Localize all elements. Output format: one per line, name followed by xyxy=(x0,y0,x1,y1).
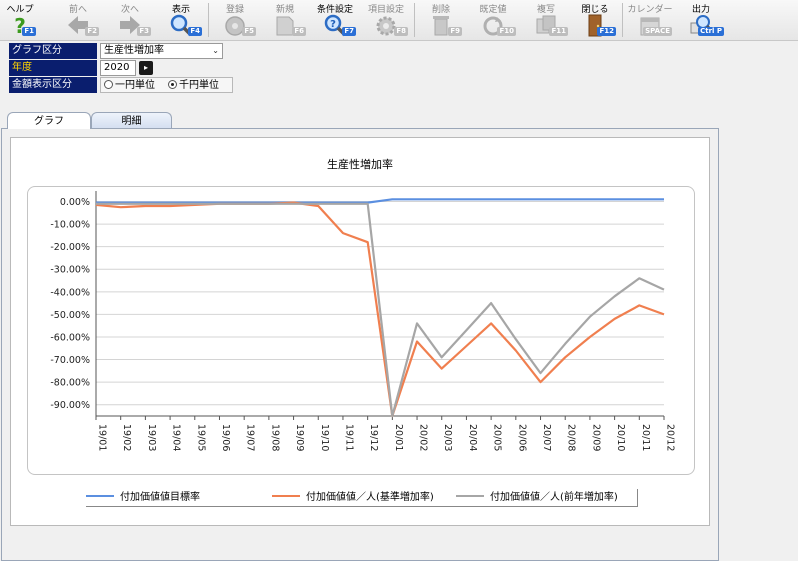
radio-thousand-label: 千円単位 xyxy=(179,80,219,91)
chart-title: 生産性増加率 xyxy=(327,158,393,171)
legend-item-yoy-rate: 付加価値値／人(前年増加率) xyxy=(456,491,618,505)
legend-label: 付加価値値／人(基準増加率) xyxy=(306,492,434,503)
amount-unit-radio-group: 一円単位 千円単位 xyxy=(100,77,233,93)
prev-key: F2 xyxy=(85,27,99,36)
next-key: F3 xyxy=(137,27,151,36)
toolbar-separator xyxy=(208,3,209,37)
play-icon: ▸ xyxy=(143,63,148,72)
year-row: 年度 2020 ▸ xyxy=(9,60,239,76)
output-key: Ctrl P xyxy=(698,27,724,36)
delete-button[interactable]: 削除 F9 xyxy=(418,0,464,40)
year-input[interactable]: 2020 xyxy=(100,60,136,76)
show-key: F4 xyxy=(188,27,202,36)
radio-circle-icon xyxy=(104,80,113,89)
graph-type-label: グラフ区分 xyxy=(9,43,97,59)
tab-detail[interactable]: 明細 xyxy=(91,112,172,129)
delete-key: F9 xyxy=(448,27,462,36)
default-button[interactable]: 既定値 F10 xyxy=(468,0,518,40)
show-button[interactable]: 表示 F4 xyxy=(158,0,204,40)
radio-yen-label: 一円単位 xyxy=(115,80,155,91)
condition-key: F7 xyxy=(342,27,356,36)
legend-label: 付加価値値目標率 xyxy=(120,492,200,503)
item-setting-button[interactable]: 項目設定 F8 xyxy=(362,0,410,40)
legend-item-base-rate: 付加価値値／人(基準増加率) xyxy=(272,491,434,505)
output-button[interactable]: 出力 Ctrl P xyxy=(676,0,726,40)
register-button[interactable]: 登録 F5 xyxy=(212,0,258,40)
graph-type-row: グラフ区分 生産性増加率 ⌄ xyxy=(9,43,239,59)
calendar-button[interactable]: カレンダー SPACE xyxy=(626,0,674,40)
plot-frame xyxy=(27,186,695,475)
radio-checked-icon xyxy=(168,80,177,89)
amount-unit-row: 金額表示区分 一円単位 千円単位 xyxy=(9,77,239,93)
register-key: F5 xyxy=(242,27,256,36)
toolbar: ヘルプ ? F1 前へ F2 次へ F3 表示 F4 登録 F5 新規 F6 条… xyxy=(0,0,798,41)
radio-thousand-unit[interactable]: 千円単位 xyxy=(168,79,219,92)
tab-graph[interactable]: グラフ xyxy=(7,112,91,129)
graph-type-value: 生産性増加率 xyxy=(104,45,164,56)
next-button[interactable]: 次へ F3 xyxy=(107,0,153,40)
toolbar-separator xyxy=(414,3,415,37)
calendar-key: SPACE xyxy=(643,27,672,36)
legend-swatch xyxy=(86,495,114,497)
help-button[interactable]: ヘルプ ? F1 xyxy=(2,0,38,40)
chevron-down-icon[interactable]: ⌄ xyxy=(212,44,219,58)
close-key: F12 xyxy=(597,27,616,36)
toolbar-separator xyxy=(622,3,623,37)
prev-button[interactable]: 前へ F2 xyxy=(55,0,101,40)
new-key: F6 xyxy=(292,27,306,36)
copy-button[interactable]: 複写 F11 xyxy=(522,0,570,40)
amount-unit-label: 金額表示区分 xyxy=(9,77,97,93)
close-button[interactable]: 閉じる F12 xyxy=(572,0,618,40)
legend-label: 付加価値値／人(前年増加率) xyxy=(490,492,618,503)
item-setting-key: F8 xyxy=(394,27,408,36)
year-picker-button[interactable]: ▸ xyxy=(139,61,153,75)
help-key: F1 xyxy=(22,27,36,36)
new-button[interactable]: 新規 F6 xyxy=(262,0,308,40)
radio-yen-unit[interactable]: 一円単位 xyxy=(104,79,155,92)
default-key: F10 xyxy=(497,27,516,36)
condition-button[interactable]: 条件設定 ? F7 xyxy=(312,0,358,40)
svg-text:?: ? xyxy=(330,19,336,30)
legend-item-target-rate: 付加価値値目標率 xyxy=(86,491,200,505)
copy-key: F11 xyxy=(549,27,568,36)
legend-swatch xyxy=(272,495,300,497)
graph-type-select[interactable]: 生産性増加率 ⌄ xyxy=(100,43,223,59)
legend-swatch xyxy=(456,495,484,497)
chart-legend: 付加価値値目標率 付加価値値／人(基準増加率) 付加価値値／人(前年増加率) xyxy=(86,489,638,507)
year-label: 年度 xyxy=(9,60,97,76)
